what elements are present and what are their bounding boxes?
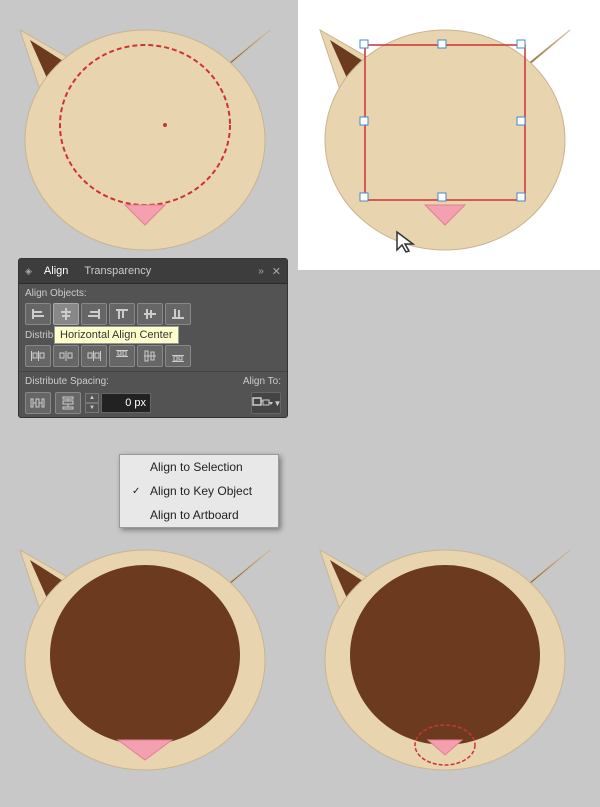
spacing-stepper[interactable]: ▲ ▼ [85,393,99,413]
spacing-decrement[interactable]: ▼ [85,403,99,413]
distribute-right-button[interactable] [81,345,107,367]
distribute-center-v-button[interactable] [137,345,163,367]
spacing-input-row: ▲ ▼ ▼ [19,389,287,417]
panel-grip-icon: ◈ [25,266,32,277]
spacing-input-group: ▲ ▼ [85,393,151,413]
align-to-dropdown-menu: Align to Selection ✓ Align to Key Object… [119,454,279,528]
align-artboard-label: Align to Artboard [150,508,239,522]
distribute-objects-row [19,343,287,369]
align-right-button[interactable] [81,303,107,325]
cat-bottom-right [310,530,580,790]
distribute-left-button[interactable] [25,345,51,367]
vertical-align-center-button[interactable] [137,303,163,325]
align-bottom-button[interactable] [165,303,191,325]
align-objects-label: Align Objects: [19,284,287,301]
panel-scroll-arrows[interactable]: » [258,266,264,277]
horizontal-align-center-button[interactable]: Horizontal Align Center [53,303,79,325]
align-objects-row: Horizontal Align Center [19,301,287,327]
distribute-objects-label: Distribute Objects: [19,327,287,343]
distribute-bottom-button[interactable] [165,345,191,367]
panel-tab-align[interactable]: Align [40,263,72,279]
distribute-h-spacing-button[interactable] [25,392,51,414]
panel-header: ◈ Align Transparency » ✕ [19,259,287,284]
align-to-label: Align To: [243,376,281,387]
cat-bottom-left [10,530,280,790]
align-to-key-object-item[interactable]: ✓ Align to Key Object [120,479,278,503]
align-to-selection-item[interactable]: Align to Selection [120,455,278,479]
align-key-label: Align to Key Object [150,484,252,498]
align-left-button[interactable] [25,303,51,325]
align-to-dropdown-button[interactable]: ▼ [251,392,281,414]
cat-top-right [310,10,580,270]
align-key-check: ✓ [132,486,144,497]
distribute-spacing-label: Distribute Spacing: [25,376,109,387]
spacing-increment[interactable]: ▲ [85,393,99,403]
panel-tab-transparency[interactable]: Transparency [80,263,155,279]
spacing-value-input[interactable] [101,393,151,413]
panel-close-button[interactable]: ✕ [272,265,281,278]
align-top-button[interactable] [109,303,135,325]
distribute-v-spacing-button[interactable] [55,392,81,414]
cat-top-left [10,10,280,250]
align-selection-label: Align to Selection [150,460,243,474]
align-to-artboard-item[interactable]: Align to Artboard [120,503,278,527]
dropdown-arrow-icon: ▼ [274,399,282,408]
cursor-arrow [395,230,417,259]
distribute-center-h-button[interactable] [53,345,79,367]
distribute-top-button[interactable] [109,345,135,367]
canvas-area: ◈ Align Transparency » ✕ Align Objects: [0,0,600,807]
align-panel: ◈ Align Transparency » ✕ Align Objects: [18,258,288,418]
